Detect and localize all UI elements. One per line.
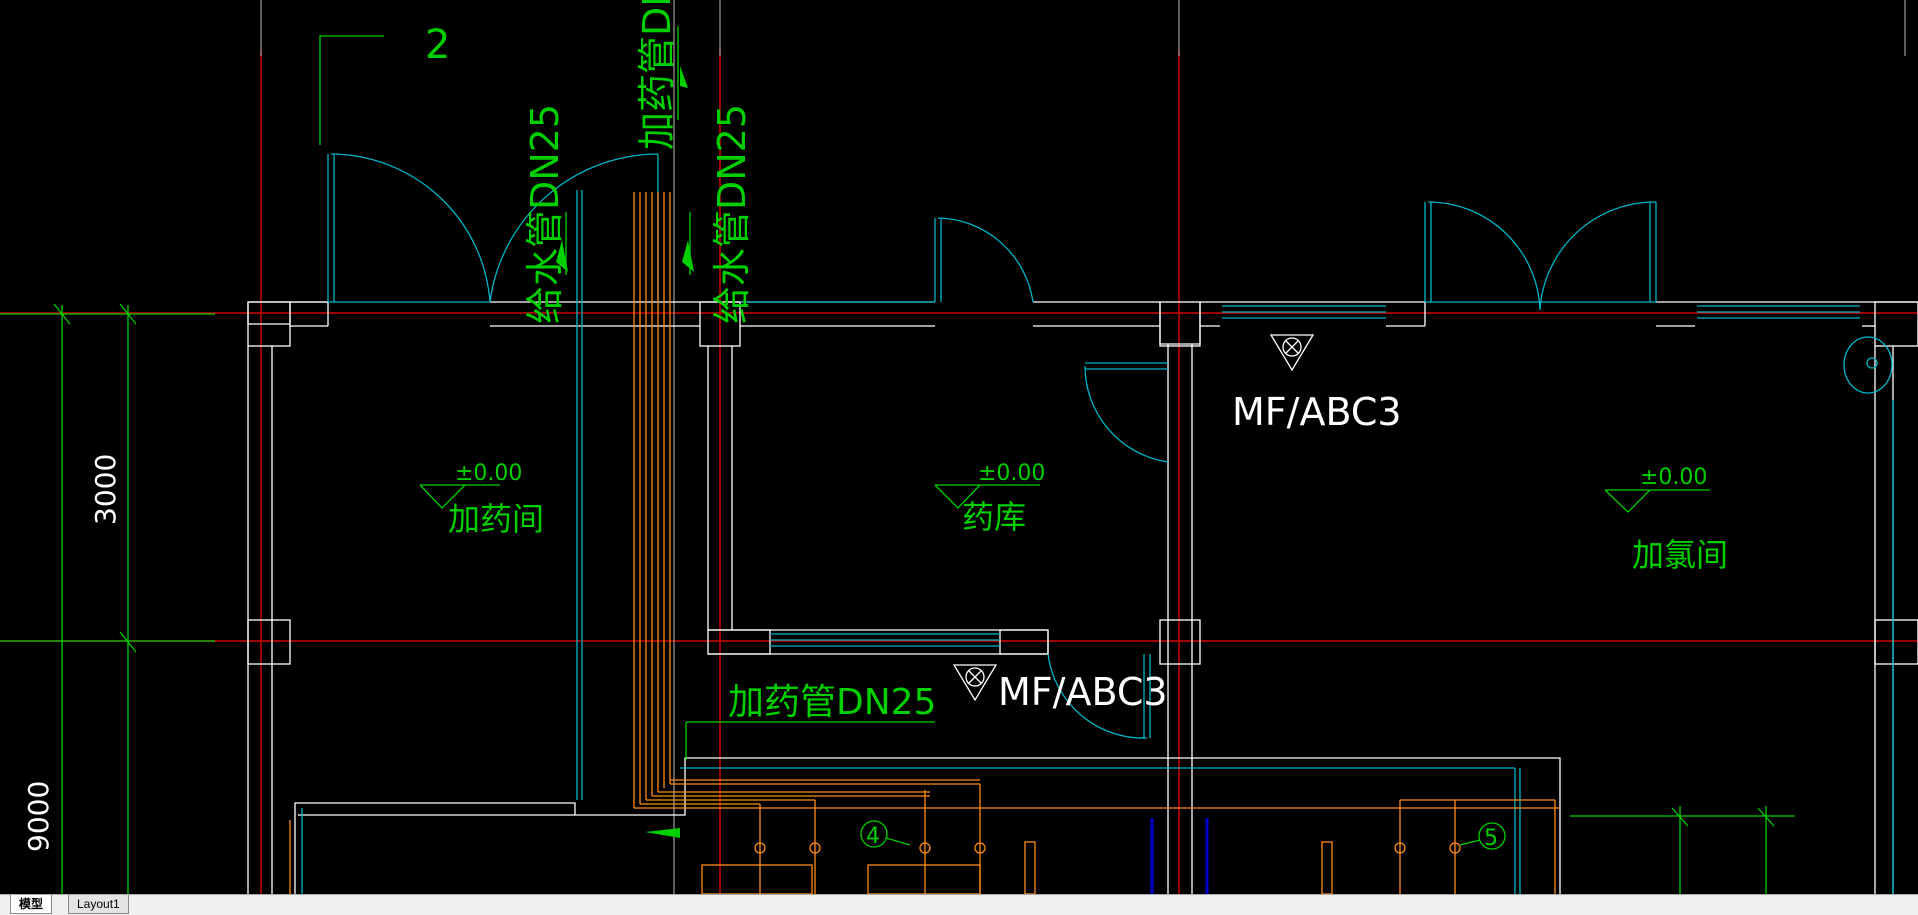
axis-extensions xyxy=(260,0,1906,894)
dimension-total: 9000 xyxy=(22,781,55,852)
layout-tab-bar: 模型 Layout1 xyxy=(0,894,1918,915)
equipment-tag: 4 xyxy=(866,824,880,849)
room-elevation: ±0.00 xyxy=(978,461,1045,486)
room-name: 药库 xyxy=(962,498,1026,536)
cad-drawing-canvas[interactable]: 2 给水管DN25 加药管DN25 给水管DN25 加药管DN25 ±0.00 … xyxy=(0,0,1918,894)
walls xyxy=(247,301,1918,894)
tab-model[interactable]: 模型 xyxy=(10,895,53,914)
pipe-label-supply-right: 给水管DN25 xyxy=(710,104,754,324)
pipe-label-dosing-bottom: 加药管DN25 xyxy=(728,682,936,723)
extinguisher-label: MF/ABC3 xyxy=(998,670,1168,714)
pipe-label-dosing-top: 加药管DN25 xyxy=(635,0,679,150)
section-mark: 2 xyxy=(425,22,450,68)
annotation-lines xyxy=(0,26,1795,894)
room-name: 加药间 xyxy=(448,500,544,538)
extinguisher-label: MF/ABC3 xyxy=(1232,390,1402,434)
tab-layout1[interactable]: Layout1 xyxy=(68,895,129,914)
equipment-tag: 5 xyxy=(1484,826,1498,851)
room-name: 加氯间 xyxy=(1632,536,1728,574)
room-elevation: ±0.00 xyxy=(455,461,522,486)
pipe-label-supply-left: 给水管DN25 xyxy=(523,104,567,324)
room-elevation: ±0.00 xyxy=(1640,465,1707,490)
dosing-pipes xyxy=(289,192,1560,894)
windows xyxy=(328,301,1860,647)
dimension-bay: 3000 xyxy=(89,454,122,525)
